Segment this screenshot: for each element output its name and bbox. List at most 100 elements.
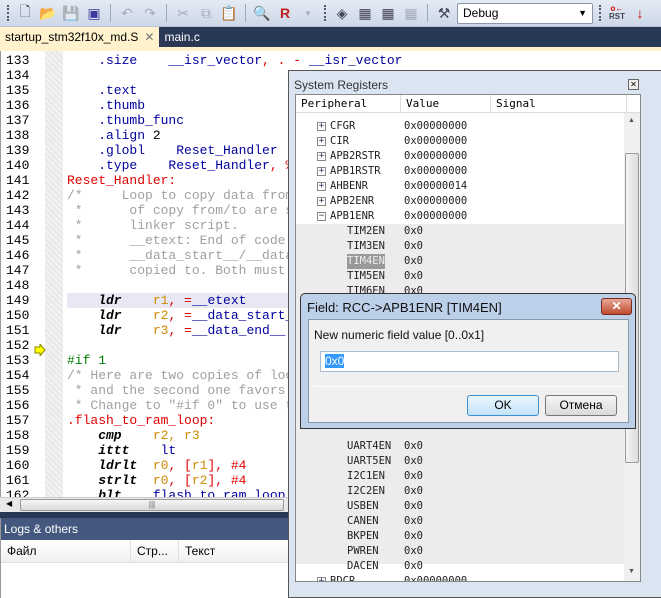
field-value-text: 0x0 (325, 354, 345, 368)
close-icon[interactable]: ✕ (601, 298, 632, 315)
code-token: __data_start__ (191, 308, 302, 323)
field-value-input[interactable]: 0x0 (320, 351, 619, 372)
tab-startup-file[interactable]: startup_stm32f10x_md.S ✕ (0, 27, 160, 47)
register-value[interactable]: 0x0 (404, 514, 423, 529)
close-icon[interactable]: ✕ (628, 79, 639, 90)
column-file[interactable]: Файл (1, 540, 131, 562)
step-icon[interactable]: ↓ (630, 3, 650, 23)
register-value[interactable]: 0x0 (404, 454, 423, 469)
expand-icon[interactable]: + (317, 152, 326, 161)
clean-icon[interactable]: ▦ (401, 3, 421, 23)
expand-icon[interactable]: + (317, 577, 326, 581)
build-config-select[interactable]: Debug ▼ (457, 2, 593, 24)
code-token: __isr_vector (308, 53, 403, 68)
register-value[interactable]: 0x0 (404, 439, 423, 454)
expand-icon[interactable]: + (317, 122, 326, 131)
register-name: PWREN (347, 545, 379, 557)
line-number: 136 (6, 98, 30, 113)
save-all-icon[interactable]: ▣ (84, 3, 104, 23)
scroll-left-icon[interactable]: ◀ (6, 499, 12, 508)
find-in-files-icon[interactable]: R (275, 3, 295, 23)
line-number: 140 (6, 158, 30, 173)
register-value[interactable]: 0x00000000 (404, 149, 467, 164)
register-value[interactable]: 0x0 (404, 529, 423, 544)
expand-icon[interactable]: + (317, 182, 326, 191)
register-value[interactable]: 0x0 (404, 239, 423, 254)
toolbar-grip[interactable] (7, 5, 9, 21)
build-all-icon[interactable]: ▦ (378, 3, 398, 23)
register-value[interactable]: 0x0 (404, 469, 423, 484)
expand-icon[interactable]: + (317, 137, 326, 146)
register-value[interactable]: 0x00000014 (404, 179, 467, 194)
undo-icon[interactable]: ↶ (117, 3, 137, 23)
code-token: ldr (67, 323, 153, 338)
chevron-down-icon: ▼ (578, 8, 587, 18)
register-value[interactable]: 0x0 (404, 544, 423, 559)
cancel-button[interactable]: Отмена (545, 395, 617, 416)
settings-icon[interactable]: ⚒ (434, 3, 454, 23)
register-name: BDCR (330, 575, 356, 582)
reset-icon[interactable]: o← RST (607, 3, 627, 23)
tab-main-c[interactable]: main.c (159, 27, 204, 47)
compile-icon[interactable]: ▦ (355, 3, 375, 23)
line-number: 137 (6, 113, 30, 128)
scrollbar-thumb[interactable]: ||| (20, 499, 284, 511)
save-icon[interactable]: 💾 (61, 3, 81, 23)
expand-icon[interactable]: + (317, 197, 326, 206)
ok-button[interactable]: OK (467, 395, 539, 416)
line-number: 153 (6, 353, 30, 368)
scroll-down-icon[interactable]: ▼ (628, 568, 635, 575)
code-token: .globl Reset_Handler (67, 143, 278, 158)
register-value[interactable]: 0x00000000 (404, 134, 467, 149)
code-token: , . - (262, 53, 309, 68)
code-token: ], #4 (207, 458, 247, 473)
line-number: 144 (6, 218, 30, 233)
register-name: UART5EN (347, 455, 392, 467)
scroll-up-icon[interactable]: ▲ (628, 117, 635, 124)
register-value[interactable]: 0x0 (404, 484, 423, 499)
new-file-icon[interactable]: 🗋 (15, 3, 35, 23)
register-name: TIM5EN (347, 270, 385, 282)
line-number: 138 (6, 128, 30, 143)
column-value[interactable]: Value (401, 95, 491, 112)
close-icon[interactable]: ✕ (144, 30, 154, 44)
register-value[interactable]: 0x00000000 (404, 194, 467, 209)
collapse-icon[interactable]: − (317, 212, 326, 221)
line-number: 147 (6, 263, 30, 278)
code-token: r3 (152, 323, 169, 338)
register-value[interactable]: 0x00000000 (404, 164, 467, 179)
register-value[interactable]: 0x0 (404, 224, 423, 239)
column-signal[interactable]: Signal (491, 95, 627, 112)
register-value[interactable]: 0x0 (404, 254, 423, 269)
code-text: .size __isr_vector, . - __isr_vector (67, 53, 661, 68)
cut-icon[interactable]: ✂ (173, 3, 193, 23)
register-value[interactable]: 0x00000000 (404, 574, 467, 581)
column-line[interactable]: Стр... (131, 540, 179, 562)
expand-icon[interactable]: + (317, 167, 326, 176)
open-folder-icon[interactable]: 📂 (38, 3, 58, 23)
toolbar-grip[interactable] (324, 5, 326, 21)
column-peripheral[interactable]: Peripheral (296, 95, 401, 112)
find-icon[interactable]: 🔍 (252, 3, 272, 23)
code-token: lt (160, 443, 177, 458)
line-number: 145 (6, 233, 30, 248)
register-name: BKPEN (347, 530, 379, 542)
register-value[interactable]: 0x00000000 (404, 119, 467, 134)
register-value[interactable]: 0x0 (404, 499, 423, 514)
code-token: r1 (152, 293, 169, 308)
toolbar-overflow-icon[interactable]: ▾ (298, 3, 318, 23)
redo-icon[interactable]: ↷ (140, 3, 160, 23)
code-token: , = (168, 323, 192, 338)
toolbar-grip[interactable] (599, 5, 601, 21)
build-icon[interactable]: ◈ (332, 3, 352, 23)
line-number: 150 (6, 308, 30, 323)
register-value[interactable]: 0x00000000 (404, 209, 467, 224)
copy-icon[interactable]: ⧉ (196, 3, 216, 23)
paste-icon[interactable]: 📋 (219, 3, 239, 23)
code-line[interactable]: 133 .size __isr_vector, . - __isr_vector (1, 53, 661, 68)
code-token: , [ (168, 458, 192, 473)
code-token: r0 (152, 473, 169, 488)
register-value[interactable]: 0x0 (404, 559, 423, 574)
line-number: 161 (6, 473, 30, 488)
register-value[interactable]: 0x0 (404, 269, 423, 284)
